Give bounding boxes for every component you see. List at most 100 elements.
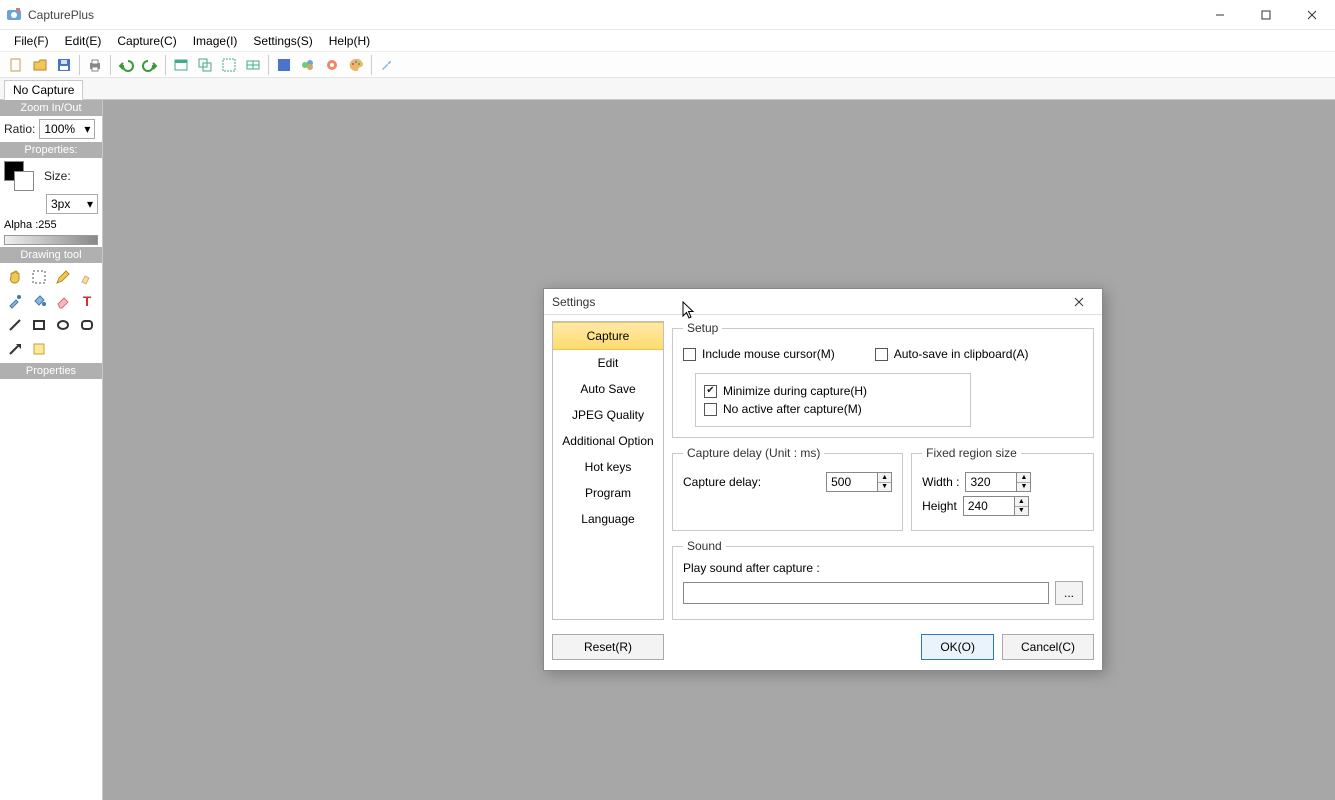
- size-label: Size:: [44, 169, 71, 183]
- color-picker-icon[interactable]: [321, 54, 343, 76]
- app-icon: [6, 7, 22, 23]
- settings-dialog: Settings Capture Edit Auto Save JPEG Qua…: [543, 288, 1103, 671]
- window-minimize-button[interactable]: [1197, 0, 1243, 30]
- settings-wrench-icon[interactable]: [376, 54, 398, 76]
- window-title: CapturePlus: [28, 8, 94, 22]
- sidebar-drawing-header: Drawing tool: [0, 247, 102, 263]
- fixed-region-legend: Fixed region size: [922, 446, 1021, 460]
- sound-path-input[interactable]: [683, 582, 1049, 604]
- sound-legend: Sound: [683, 539, 726, 553]
- open-icon[interactable]: [29, 54, 51, 76]
- ratio-combobox[interactable]: 100% ▾: [39, 119, 95, 139]
- no-active-after-capture-checkbox[interactable]: [704, 403, 717, 416]
- settings-nav: Capture Edit Auto Save JPEG Quality Addi…: [552, 321, 664, 620]
- height-label: Height: [922, 499, 957, 513]
- ratio-value: 100%: [44, 122, 75, 136]
- color-swatches[interactable]: [4, 161, 40, 191]
- dialog-titlebar[interactable]: Settings: [544, 289, 1102, 315]
- menu-capture[interactable]: Capture(C): [109, 32, 184, 50]
- sound-label: Play sound after capture :: [683, 561, 1083, 575]
- minimize-during-capture-checkbox[interactable]: [704, 385, 717, 398]
- nav-language[interactable]: Language: [553, 506, 663, 532]
- capture-delay-label: Capture delay:: [683, 475, 761, 489]
- ok-button[interactable]: OK(O): [921, 634, 994, 660]
- nav-additional-option[interactable]: Additional Option: [553, 428, 663, 454]
- undo-icon[interactable]: [115, 54, 137, 76]
- capture-delay-group: Capture delay (Unit : ms) Capture delay:…: [672, 446, 903, 531]
- sidebar-properties2-header: Properties: [0, 363, 102, 379]
- background-swatch[interactable]: [14, 171, 34, 191]
- alpha-slider[interactable]: [4, 235, 98, 245]
- spin-down-icon[interactable]: ▼: [878, 483, 891, 492]
- tab-no-capture[interactable]: No Capture: [4, 80, 83, 100]
- highlighter-tool-icon[interactable]: [76, 266, 98, 288]
- width-input[interactable]: [965, 472, 1017, 492]
- eraser-tool-icon[interactable]: [52, 290, 74, 312]
- nav-autosave[interactable]: Auto Save: [553, 376, 663, 402]
- window-close-button[interactable]: [1289, 0, 1335, 30]
- nav-capture[interactable]: Capture: [553, 322, 663, 350]
- sound-browse-button[interactable]: ...: [1055, 581, 1083, 605]
- spin-up-icon[interactable]: ▲: [1015, 497, 1028, 507]
- palette-icon[interactable]: [345, 54, 367, 76]
- spin-up-icon[interactable]: ▲: [878, 473, 891, 483]
- color-chip-icon[interactable]: [273, 54, 295, 76]
- autosave-clipboard-checkbox[interactable]: [875, 348, 888, 361]
- nav-jpeg-quality[interactable]: JPEG Quality: [553, 402, 663, 428]
- cancel-button[interactable]: Cancel(C): [1002, 634, 1094, 660]
- new-icon[interactable]: [5, 54, 27, 76]
- height-input[interactable]: [963, 496, 1015, 516]
- nav-edit[interactable]: Edit: [553, 350, 663, 376]
- spin-down-icon[interactable]: ▼: [1015, 507, 1028, 516]
- canvas-area: Settings Capture Edit Auto Save JPEG Qua…: [103, 100, 1335, 800]
- bucket-tool-icon[interactable]: [28, 290, 50, 312]
- reset-button[interactable]: Reset(R): [552, 634, 664, 660]
- sidebar: Zoom In/Out Ratio: 100% ▾ Properties: Si…: [0, 100, 103, 800]
- menu-settings[interactable]: Settings(S): [245, 32, 320, 50]
- effects-icon[interactable]: [297, 54, 319, 76]
- capture-delay-legend: Capture delay (Unit : ms): [683, 446, 824, 460]
- fixed-region-group: Fixed region size Width : ▲▼ Height: [911, 446, 1094, 531]
- setup-legend: Setup: [683, 321, 722, 335]
- dialog-close-button[interactable]: [1064, 290, 1094, 314]
- brush-size-value: 3px: [51, 197, 70, 211]
- menu-image[interactable]: Image(I): [185, 32, 246, 50]
- line-tool-icon[interactable]: [4, 314, 26, 336]
- note-tool-icon[interactable]: [28, 338, 50, 360]
- select-tool-icon[interactable]: [28, 266, 50, 288]
- autosave-clipboard-label: Auto-save in clipboard(A): [894, 347, 1029, 361]
- text-tool-icon[interactable]: T: [76, 290, 98, 312]
- capture-region-icon[interactable]: [218, 54, 240, 76]
- window-maximize-button[interactable]: [1243, 0, 1289, 30]
- capture-window-icon[interactable]: [194, 54, 216, 76]
- ellipse-tool-icon[interactable]: [52, 314, 74, 336]
- nav-hotkeys[interactable]: Hot keys: [553, 454, 663, 480]
- setup-group: Setup Include mouse cursor(M) Auto-save …: [672, 321, 1094, 438]
- menu-edit[interactable]: Edit(E): [57, 32, 110, 50]
- spin-up-icon[interactable]: ▲: [1017, 473, 1030, 483]
- rect-tool-icon[interactable]: [28, 314, 50, 336]
- print-icon[interactable]: [84, 54, 106, 76]
- eyedropper-tool-icon[interactable]: [4, 290, 26, 312]
- dialog-title: Settings: [552, 295, 595, 309]
- menu-file[interactable]: File(F): [6, 32, 57, 50]
- pencil-tool-icon[interactable]: [52, 266, 74, 288]
- arrow-tool-icon[interactable]: [4, 338, 26, 360]
- nav-program[interactable]: Program: [553, 480, 663, 506]
- roundrect-tool-icon[interactable]: [76, 314, 98, 336]
- include-cursor-checkbox[interactable]: [683, 348, 696, 361]
- hand-tool-icon[interactable]: [4, 266, 26, 288]
- capture-fixed-icon[interactable]: [242, 54, 264, 76]
- height-spinner[interactable]: ▲▼: [963, 496, 1029, 516]
- width-spinner[interactable]: ▲▼: [965, 472, 1031, 492]
- brush-size-combobox[interactable]: 3px ▾: [46, 194, 98, 214]
- capture-fullscreen-icon[interactable]: [170, 54, 192, 76]
- redo-icon[interactable]: [139, 54, 161, 76]
- capture-delay-input[interactable]: [826, 472, 878, 492]
- save-icon[interactable]: [53, 54, 75, 76]
- menubar: File(F) Edit(E) Capture(C) Image(I) Sett…: [0, 30, 1335, 52]
- toolbar: [0, 52, 1335, 78]
- capture-delay-spinner[interactable]: ▲▼: [826, 472, 892, 492]
- spin-down-icon[interactable]: ▼: [1017, 483, 1030, 492]
- menu-help[interactable]: Help(H): [321, 32, 378, 50]
